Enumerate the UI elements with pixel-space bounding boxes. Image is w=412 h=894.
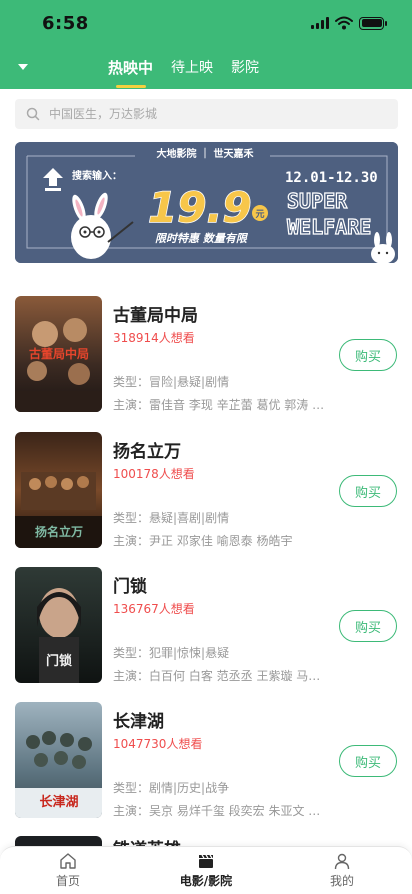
banner-super: SUPER	[287, 189, 348, 213]
movie-want-count: 1047730人想看	[113, 737, 203, 751]
top-header: 6:58 热映中 待上映 影院	[0, 0, 412, 89]
movie-poster[interactable]: 门锁	[15, 567, 102, 683]
movie-cast: 主演：尹正 邓家佳 喻恩泰 杨皓宇	[113, 534, 293, 548]
home-icon	[60, 853, 76, 869]
buy-button[interactable]: 购买	[339, 339, 397, 371]
movie-title[interactable]: 长津湖	[113, 707, 164, 732]
movie-genre: 类型：犯罪|惊悚|悬疑	[113, 646, 230, 660]
banner-dates: 12.01-12.30	[285, 170, 378, 186]
search-icon	[26, 107, 40, 121]
banner-welfare: WELFARE	[287, 215, 371, 239]
banner-search-hint: 搜索输入：	[72, 169, 122, 182]
buy-button[interactable]: 购买	[339, 475, 397, 507]
tab-cinemas[interactable]: 影院	[231, 57, 259, 87]
nav-home-label: 首页	[55, 874, 80, 888]
banner-tagline: 限时特惠 数量有限	[155, 232, 249, 245]
movie-poster[interactable]: 扬名立万	[15, 432, 102, 548]
dropdown-caret-icon[interactable]	[18, 64, 28, 70]
banner-brand: 大地影院 ｜ 世天嘉禾	[157, 147, 254, 160]
nav-movies-label: 电影/影院	[179, 874, 233, 888]
person-icon	[334, 853, 350, 870]
movie-genre: 类型：剧情|历史|战争	[113, 781, 230, 795]
movie-cast: 主演：雷佳音 李现 辛芷蕾 葛优 郭涛 …	[113, 398, 325, 412]
status-time: 6:58	[42, 13, 89, 34]
nav-movies[interactable]: 电影/影院	[166, 852, 246, 889]
movie-title[interactable]: 扬名立万	[113, 437, 181, 462]
search-bar[interactable]	[15, 99, 398, 129]
nav-profile[interactable]: 我的	[302, 852, 382, 889]
poster-title: 门锁	[46, 653, 72, 669]
buy-button[interactable]: 购买	[339, 610, 397, 642]
top-tabs: 热映中 待上映 影院	[108, 57, 259, 88]
banner-price-unit: 元	[255, 209, 264, 220]
movie-want-count: 136767人想看	[113, 602, 195, 616]
promo-banner[interactable]: 大地影院 ｜ 世天嘉禾 搜索输入： 19.9 元 限时特惠 数量有限 12.01…	[15, 142, 398, 263]
poster-title: 扬名立万	[35, 524, 83, 539]
movie-genre: 类型：悬疑|喜剧|剧情	[113, 511, 230, 525]
nav-profile-label: 我的	[329, 874, 354, 888]
movie-title[interactable]: 古董局中局	[113, 301, 198, 326]
battery-icon	[359, 16, 387, 30]
movie-item[interactable]: 门锁 门锁 136767人想看 类型：犯罪|惊悚|悬疑 主演：白百何 白客 范丞…	[0, 562, 412, 683]
clapperboard-icon	[199, 854, 213, 868]
banner-price: 19.9	[148, 183, 252, 232]
search-input[interactable]	[49, 107, 369, 121]
movie-genre: 类型：冒险|悬疑|剧情	[113, 375, 230, 389]
promo-banner-art: 大地影院 ｜ 世天嘉禾 搜索输入： 19.9 元 限时特惠 数量有限 12.01…	[15, 142, 398, 263]
movie-poster[interactable]: 古董局中局	[15, 296, 102, 412]
movie-title[interactable]: 门锁	[113, 572, 147, 597]
wifi-icon	[335, 16, 353, 30]
movie-item[interactable]: 长津湖 长津湖 1047730人想看 类型：剧情|历史|战争 主演：吴京 易烊千…	[0, 697, 412, 818]
buy-button[interactable]: 购买	[339, 745, 397, 777]
poster-title: 长津湖	[39, 794, 78, 810]
signal-icon	[311, 17, 329, 29]
movie-want-count: 100178人想看	[113, 467, 195, 481]
bottom-nav: 首页 电影/影院 我的	[0, 846, 412, 894]
movie-poster[interactable]: 长津湖	[15, 702, 102, 818]
movie-want-count: 318914人想看	[113, 331, 195, 345]
movie-item[interactable]: 古董局中局 古董局中局 318914人想看 类型：冒险|悬疑|剧情 主演：雷佳音…	[0, 291, 412, 412]
nav-home[interactable]: 首页	[28, 852, 108, 889]
poster-title: 古董局中局	[29, 346, 89, 361]
status-icons	[311, 16, 387, 30]
tab-coming-soon[interactable]: 待上映	[171, 57, 213, 87]
movie-cast: 主演：吴京 易烊千玺 段奕宏 朱亚文 …	[113, 804, 321, 818]
tab-now-showing[interactable]: 热映中	[108, 57, 153, 88]
movie-item[interactable]: 扬名立万 扬名立万 100178人想看 类型：悬疑|喜剧|剧情 主演：尹正 邓家…	[0, 427, 412, 548]
movie-cast: 主演：白百何 白客 范丞丞 王紫璇 马…	[113, 669, 321, 683]
